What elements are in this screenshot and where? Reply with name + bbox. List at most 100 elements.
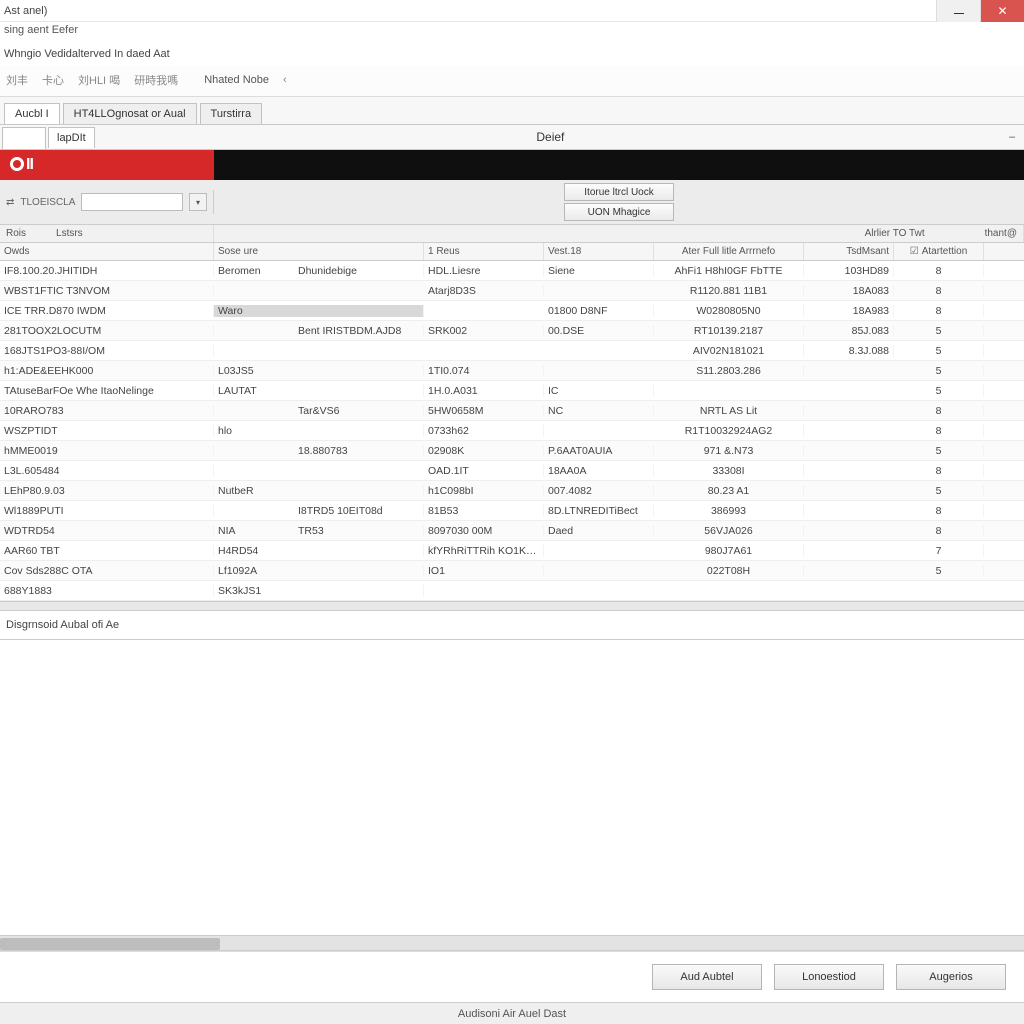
panel-minimize-icon[interactable]: – [1006, 131, 1024, 143]
toolbar-item[interactable]: 卡心 [42, 72, 64, 88]
col-header[interactable]: Vest.18 [544, 243, 654, 260]
table-cell: 5 [894, 485, 984, 497]
close-button[interactable] [980, 0, 1024, 22]
table-cell: Cov Sds288C OTA [0, 565, 214, 577]
table-cell: 022T08H [654, 565, 804, 577]
logo-circle-icon [10, 157, 24, 171]
grid-end-strip [0, 601, 1024, 611]
header-far: thant@ [985, 228, 1017, 239]
table-cell: TAtuseBarFOe Whe ItaoNelinge [0, 385, 214, 397]
cell-part: TR53 [298, 525, 324, 537]
table-cell: IC [544, 385, 654, 397]
table-row[interactable]: AAR60 TBTH4RD54kfYRhRiTTRih KO1K.06D980J… [0, 541, 1024, 561]
cell-part: NutbeR [218, 485, 298, 497]
table-row[interactable]: 281TOOX2LOCUTMBent IRISTBDM.AJD8SRK00200… [0, 321, 1024, 341]
table-row[interactable]: IF8.100.20.JHITIDHBeromenDhunidebigeHDL.… [0, 261, 1024, 281]
table-cell: NRTL AS Lit [654, 405, 804, 417]
filter-button-1[interactable]: Itorue ltrcl Uock [564, 183, 674, 201]
table-cell: IO1 [424, 565, 544, 577]
cell-part: I8TRD5 10EIT08d [298, 505, 383, 517]
table-cell: I8TRD5 10EIT08d [214, 505, 424, 517]
table-cell: 8097030 00M [424, 525, 544, 537]
filter-dropdown-icon[interactable]: ▾ [189, 193, 207, 211]
footer-button-locate[interactable]: Lonoestiod [774, 964, 884, 990]
table-cell: 5HW0658M [424, 405, 544, 417]
footer-button-add[interactable]: Aud Aubtel [652, 964, 762, 990]
cell-part: L03JS5 [218, 365, 298, 377]
col-header[interactable]: Owds [0, 243, 214, 260]
table-cell: 18A083 [804, 285, 894, 297]
table-cell: Daed [544, 525, 654, 537]
table-cell: 281TOOX2LOCUTM [0, 325, 214, 337]
minimize-button[interactable] [936, 0, 980, 22]
table-cell: 5 [894, 445, 984, 457]
table-cell: 5 [894, 385, 984, 397]
table-cell: 56VJA026 [654, 525, 804, 537]
filter-bar: ⇄ TLOEISCLA ▾ Itorue ltrcl Uock UON Mhag… [0, 180, 1024, 225]
filter-prefix-icon: ⇄ [6, 197, 14, 208]
cell-part [218, 325, 298, 337]
table-row[interactable]: h1:ADE&EEHK000L03JS51TI0.074S11.2803.286… [0, 361, 1024, 381]
table-row[interactable]: WBST1FTIC T3NVOMAtarj8D3SR1120.881 11B11… [0, 281, 1024, 301]
table-cell: OAD.1IT [424, 465, 544, 477]
mode-text: Whngio Vedidalterved In daed Aat [0, 42, 1024, 66]
table-row[interactable]: 688Y1883SK3kJS1 [0, 581, 1024, 601]
table-cell: Bent IRISTBDM.AJD8 [214, 325, 424, 337]
table-cell: NIATR53 [214, 525, 424, 537]
table-row[interactable]: hMME001918.88078302908KP.6AAT0AUIA971 &.… [0, 441, 1024, 461]
table-row[interactable]: WDTRD54NIATR538097030 00MDaed56VJA0268 [0, 521, 1024, 541]
header-lstsrs: Lstsrs [56, 228, 83, 239]
table-row[interactable]: 168JTS1PO3-88I/OMAIV02N1810218.3J.0885 [0, 341, 1024, 361]
col-header[interactable]: Ater Full litle Arrrnefo [654, 243, 804, 260]
col-header[interactable]: Sose ure [214, 243, 424, 260]
pager-prev-icon[interactable]: ‹ [283, 74, 287, 86]
window-title: Ast anel) [4, 5, 47, 17]
filter-input[interactable] [81, 193, 183, 211]
table-row[interactable]: LEhP80.9.03NutbeRh1C098bI007.408280.23 A… [0, 481, 1024, 501]
toolbar-item[interactable]: 研時我嗎 [134, 72, 178, 88]
table-cell: ICE TRR.D870 IWDM [0, 305, 214, 317]
table-cell: R1120.881 11B1 [654, 285, 804, 297]
tab-diagnose[interactable]: HT4LLOgnosat or Aual [63, 103, 197, 124]
table-cell: 80.23 A1 [654, 485, 804, 497]
table-cell: 02908K [424, 445, 544, 457]
table-cell: P.6AAT0AUIA [544, 445, 654, 457]
table-cell: h1C098bI [424, 485, 544, 497]
table-row[interactable]: Cov Sds288C OTALf1092AIO1022T08H5 [0, 561, 1024, 581]
table-cell: h1:ADE&EEHK000 [0, 365, 214, 377]
subtab-label[interactable]: lapDIt [48, 127, 95, 148]
horizontal-scrollbar[interactable] [0, 935, 1024, 951]
table-row[interactable]: WSZPTIDThlo0733h62R1T10032924AG28 [0, 421, 1024, 441]
cell-part: NIA [218, 525, 298, 537]
col-header[interactable]: 1 Reus [424, 243, 544, 260]
table-cell: 00.DSE [544, 325, 654, 337]
cell-part: LAUTAT [218, 385, 298, 397]
table-cell: 8 [894, 505, 984, 517]
table-row[interactable]: TAtuseBarFOe Whe ItaoNelingeLAUTAT1H.0.A… [0, 381, 1024, 401]
toolbar-item[interactable]: 刘HLI 喝 [78, 72, 120, 88]
table-cell: 8.3J.088 [804, 345, 894, 357]
header-rois: Rois [6, 228, 26, 239]
columns-row: Owds Sose ure 1 Reus Vest.18 Ater Full l… [0, 243, 1024, 261]
footer-button-agencies[interactable]: Augerios [896, 964, 1006, 990]
table-cell: 8D.LTNREDITiBect [544, 505, 654, 517]
table-cell: AIV02N181021 [654, 345, 804, 357]
table-row[interactable]: Wl1889PUTII8TRD5 10EIT08d81B538D.LTNREDI… [0, 501, 1024, 521]
scrollbar-thumb[interactable] [0, 938, 220, 950]
col-header[interactable]: Atartettion [894, 243, 984, 260]
col-header[interactable]: TsdMsant [804, 243, 894, 260]
tab-audit[interactable]: Aucbl I [4, 103, 60, 124]
table-cell: Atarj8D3S [424, 285, 544, 297]
subtab-side-handle[interactable] [2, 127, 46, 149]
table-row[interactable]: L3L.605484OAD.1IT18AA0A33308I8 [0, 461, 1024, 481]
brand-bar: II [0, 150, 1024, 180]
cell-part: Waro [218, 305, 298, 317]
filter-button-2[interactable]: UON Mhagice [564, 203, 674, 221]
table-row[interactable]: 10RARO783Tar&VS65HW0658MNCNRTL AS Lit8 [0, 401, 1024, 421]
tab-tustirra[interactable]: Turstirra [200, 103, 263, 124]
table-cell: 103HD89 [804, 265, 894, 277]
table-row[interactable]: ICE TRR.D870 IWDMWaro01800 D8NFW0280805N… [0, 301, 1024, 321]
toolbar-item[interactable]: 刘丰 [6, 72, 28, 88]
table-cell: L03JS5 [214, 365, 424, 377]
table-cell: RT10139.2187 [654, 325, 804, 337]
